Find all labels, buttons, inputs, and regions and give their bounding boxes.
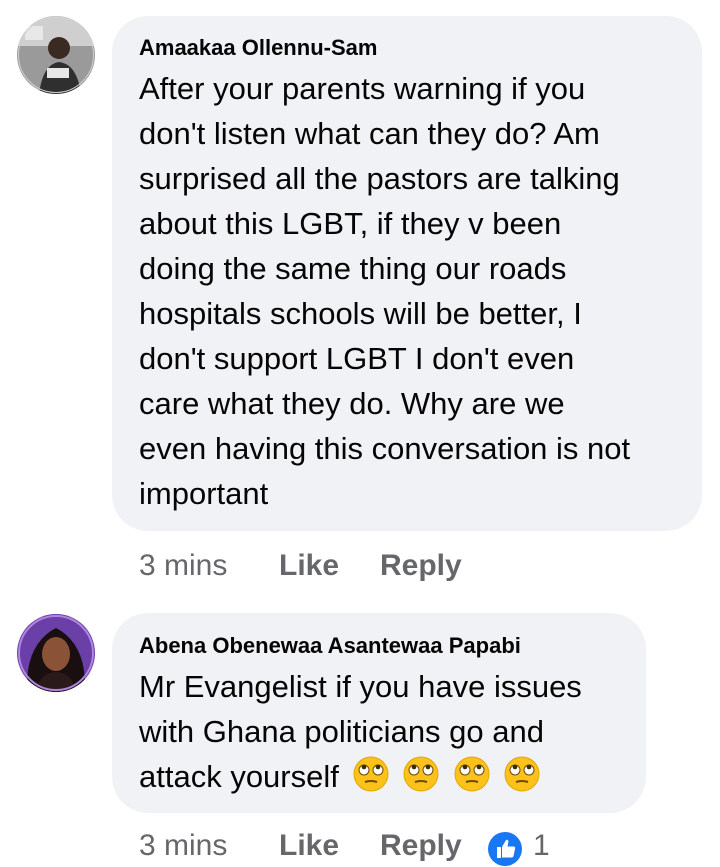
face-with-rolling-eyes-icon	[403, 756, 439, 792]
like-thumb-icon[interactable]	[487, 831, 523, 867]
comment-line: hospitals schools will be better, I	[139, 296, 582, 331]
comment-line: don't support LGBT I don't even	[139, 341, 575, 376]
comment-author[interactable]: Abena Obenewaa Asantewaa Papabi	[139, 633, 521, 659]
comment-timestamp[interactable]: 3 mins	[139, 549, 227, 583]
like-button[interactable]: Like	[279, 829, 339, 863]
profile-photo-icon	[17, 614, 95, 692]
avatar[interactable]	[17, 16, 95, 94]
comment-line: about this LGBT, if they v been	[139, 206, 562, 241]
comment-line: don't listen what can they do? Am	[139, 116, 600, 151]
comment-author[interactable]: Amaakaa Ollennu-Sam	[139, 35, 377, 61]
comment-text: After your parents warning if you don't …	[139, 66, 630, 516]
comment-line: Mr Evangelist if you have issues	[139, 669, 582, 704]
reaction-count: 1	[533, 829, 550, 862]
comment-line: even having this conversation is not	[139, 431, 631, 466]
face-with-rolling-eyes-icon	[454, 756, 490, 792]
like-button[interactable]: Like	[279, 549, 339, 583]
face-with-rolling-eyes-icon	[504, 756, 540, 792]
reply-button[interactable]: Reply	[380, 829, 462, 863]
avatar[interactable]	[17, 614, 95, 692]
comment-timestamp[interactable]: 3 mins	[139, 829, 227, 863]
profile-photo-icon	[17, 16, 95, 94]
comment-line: with Ghana politicians go and	[139, 714, 544, 749]
comment-line: surprised all the pastors are talking	[139, 161, 620, 196]
comment-line: doing the same thing our roads	[139, 251, 567, 286]
comment-line: important	[139, 476, 269, 511]
face-with-rolling-eyes-icon	[353, 756, 388, 792]
comment-text: Mr Evangelist if you have issues with Gh…	[139, 664, 582, 799]
reply-button[interactable]: Reply	[380, 549, 462, 583]
comment-line: After your parents warning if you	[139, 71, 586, 106]
comment-line: attack yourself	[139, 754, 582, 799]
comment-line: care what they do. Why are we	[139, 386, 565, 421]
comment-line-text: attack yourself	[139, 759, 339, 794]
